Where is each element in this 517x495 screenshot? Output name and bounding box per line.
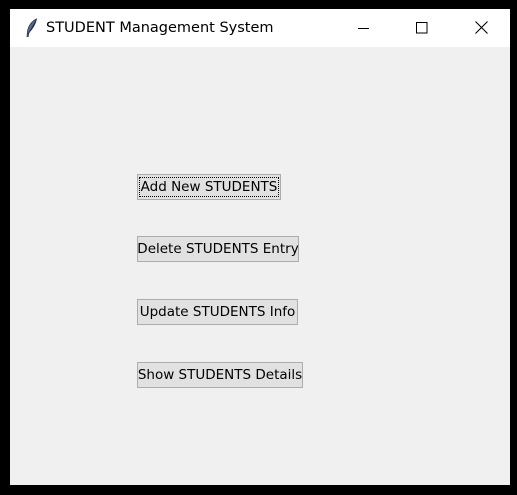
close-icon bbox=[474, 19, 488, 38]
update-students-info-button[interactable]: Update STUDENTS Info bbox=[137, 299, 298, 325]
show-students-details-label: Show STUDENTS Details bbox=[137, 367, 303, 383]
window-title: STUDENT Management System bbox=[46, 20, 274, 36]
minimize-button[interactable] bbox=[335, 9, 393, 47]
add-new-students-label: Add New STUDENTS bbox=[138, 177, 280, 197]
delete-students-entry-label: Delete STUDENTS Entry bbox=[137, 241, 299, 257]
feather-icon bbox=[24, 18, 40, 38]
minimize-icon bbox=[358, 19, 370, 38]
window-frame: STUDENT Management System Add New STUDEN… bbox=[0, 0, 517, 495]
app-window: STUDENT Management System Add New STUDEN… bbox=[10, 9, 510, 485]
add-new-students-button[interactable]: Add New STUDENTS bbox=[137, 174, 281, 200]
update-students-info-label: Update STUDENTS Info bbox=[139, 304, 296, 320]
maximize-icon bbox=[416, 19, 428, 38]
title-bar[interactable]: STUDENT Management System bbox=[10, 9, 510, 47]
maximize-button[interactable] bbox=[393, 9, 451, 47]
delete-students-entry-button[interactable]: Delete STUDENTS Entry bbox=[137, 236, 299, 262]
close-button[interactable] bbox=[452, 9, 510, 47]
show-students-details-button[interactable]: Show STUDENTS Details bbox=[137, 362, 303, 388]
